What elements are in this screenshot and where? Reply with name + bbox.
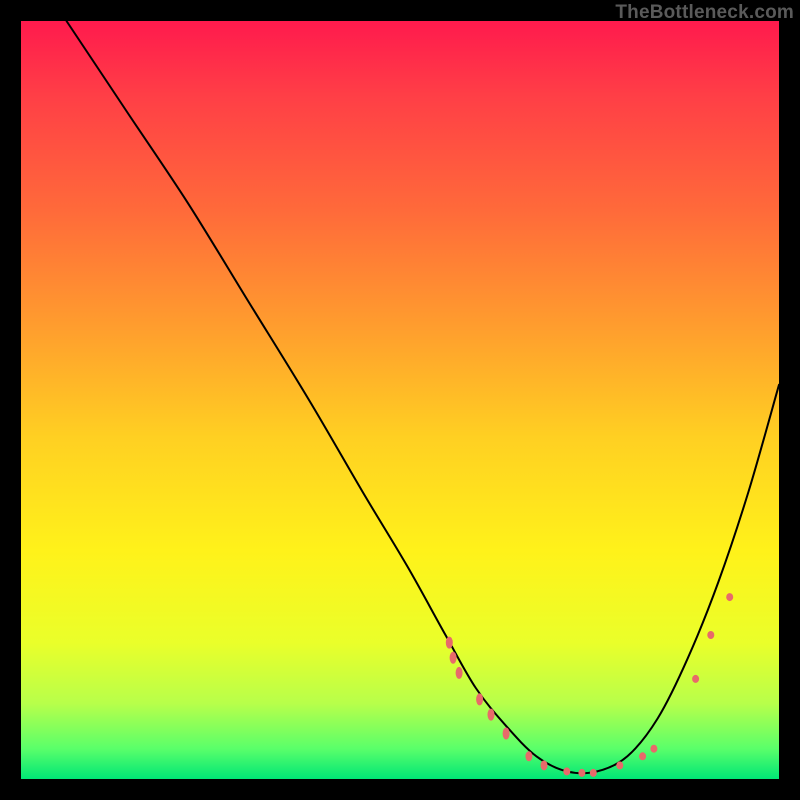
- data-marker: [476, 693, 483, 705]
- data-marker: [578, 769, 585, 777]
- data-marker: [726, 593, 733, 601]
- data-marker: [446, 637, 453, 649]
- chart-svg: [21, 21, 779, 779]
- data-marker: [590, 769, 597, 777]
- data-marker: [616, 761, 623, 769]
- chart-frame: [21, 21, 779, 779]
- data-marker: [450, 652, 457, 664]
- data-marker: [639, 752, 646, 760]
- data-marker: [488, 709, 495, 721]
- bottleneck-curve: [67, 21, 780, 773]
- plot-area: [21, 21, 779, 779]
- data-marker: [541, 760, 548, 770]
- data-marker: [692, 675, 699, 683]
- data-marker: [707, 631, 714, 639]
- data-marker: [650, 745, 657, 753]
- data-markers: [446, 593, 733, 777]
- data-marker: [456, 667, 463, 679]
- data-marker: [525, 751, 532, 761]
- data-marker: [563, 767, 570, 775]
- data-marker: [503, 728, 510, 740]
